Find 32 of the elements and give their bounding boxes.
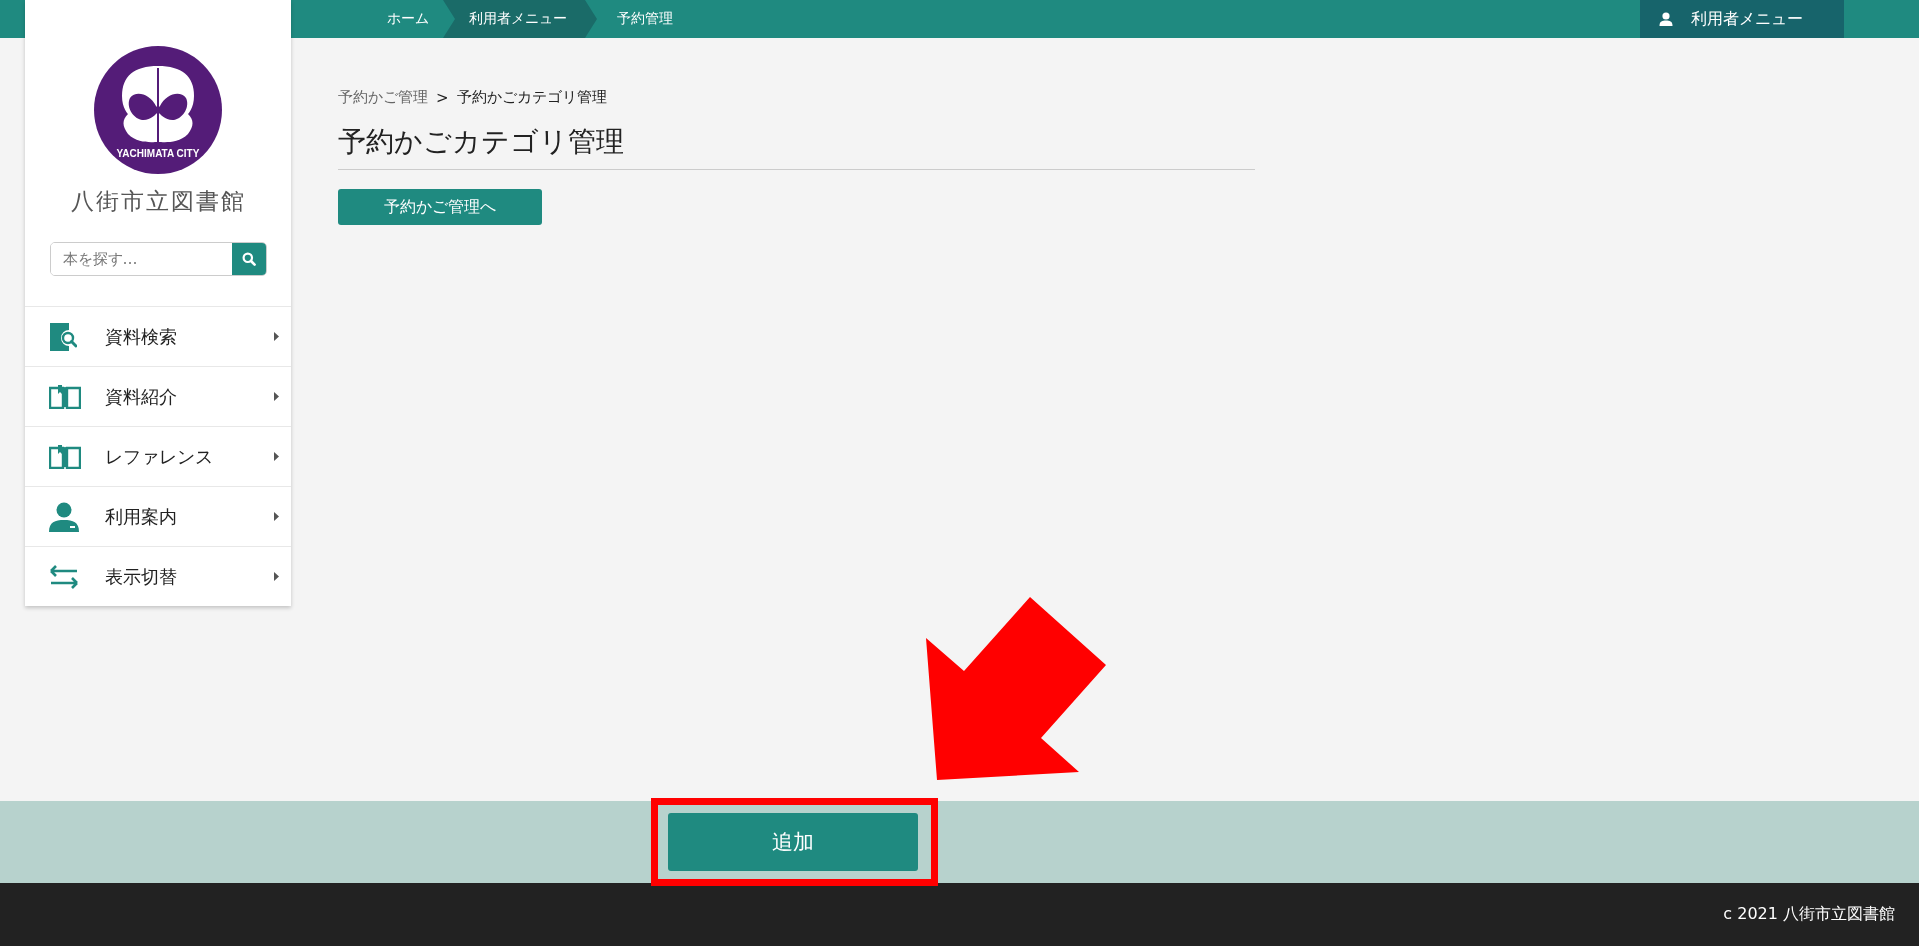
- page-heading: 予約かごカテゴリ管理: [338, 123, 1255, 170]
- open-book-icon: [49, 444, 81, 469]
- sidebar-menu-item[interactable]: 利用案内: [25, 486, 291, 546]
- search-button[interactable]: [231, 243, 266, 275]
- library-name: 八街市立図書館: [70, 187, 246, 216]
- open-book-icon: [49, 384, 81, 409]
- sidebar-menu-item[interactable]: レファレンス: [25, 426, 291, 486]
- nav-breadcrumb-link[interactable]: 予約管理: [601, 0, 687, 38]
- user-menu-button[interactable]: 利用者メニュー: [1640, 0, 1844, 38]
- add-button[interactable]: 追加: [668, 813, 918, 871]
- breadcrumb-link[interactable]: 予約かご管理: [338, 88, 428, 107]
- breadcrumb-separator: >: [436, 88, 449, 107]
- nav-breadcrumb-link[interactable]: 利用者メニュー: [443, 0, 597, 38]
- person-icon: [1659, 12, 1673, 26]
- breadcrumb-current: 予約かごカテゴリ管理: [456, 88, 607, 107]
- search-field[interactable]: 本を探す…: [49, 242, 267, 276]
- search-icon: [241, 252, 256, 266]
- caret-icon: [274, 332, 279, 341]
- person-icon: [49, 501, 79, 532]
- book-search-icon: [49, 321, 77, 352]
- sidebar-menu-item[interactable]: 資料検索: [25, 306, 291, 366]
- swap-arrows-icon: [49, 564, 79, 589]
- copyright-text: c 2021 八街市立図書館: [1723, 904, 1895, 925]
- caret-icon: [274, 392, 279, 401]
- caret-icon: [274, 452, 279, 461]
- caret-icon: [274, 572, 279, 581]
- city-logo: YACHIMATA CITY: [94, 46, 222, 174]
- back-button[interactable]: 予約かご管理へ: [338, 189, 542, 225]
- nav-breadcrumb-link[interactable]: ホーム: [371, 0, 443, 38]
- caret-icon: [274, 512, 279, 521]
- sidebar-menu-item[interactable]: 資料紹介: [25, 366, 291, 426]
- sidebar-menu-item[interactable]: 表示切替: [25, 546, 291, 606]
